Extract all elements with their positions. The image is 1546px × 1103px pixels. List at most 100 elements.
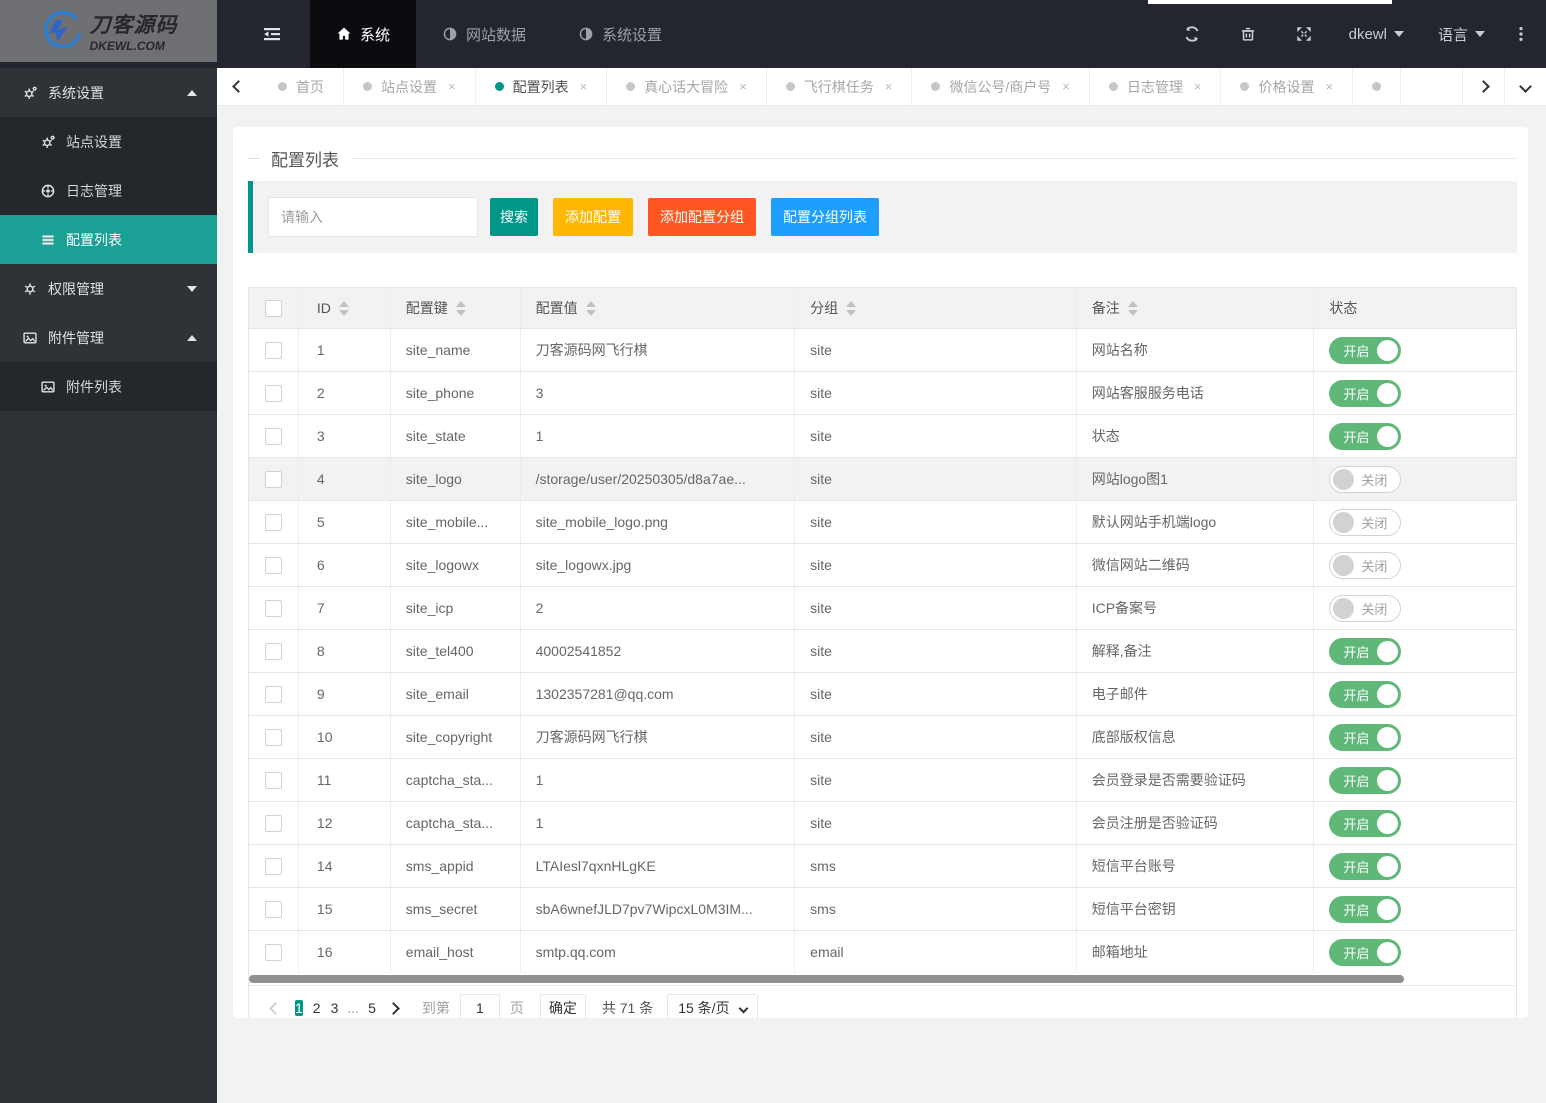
tab-close-icon[interactable]: × [448, 79, 456, 94]
sort-icon[interactable] [338, 300, 349, 316]
status-toggle[interactable]: 关闭 [1329, 594, 1402, 622]
goto-page-input[interactable] [459, 994, 500, 1018]
status-toggle[interactable]: 开启 [1329, 766, 1402, 794]
toggle-label: 开启 [1343, 945, 1370, 961]
cell-key: site_icp [391, 587, 521, 629]
status-toggle[interactable]: 关闭 [1329, 508, 1402, 536]
sidebar-group-0[interactable]: 系统设置 [0, 68, 217, 117]
refresh-icon[interactable] [1183, 25, 1201, 43]
cell-note: 短信平台账号 [1077, 845, 1315, 887]
tab-配置列表[interactable]: 配置列表 × [476, 68, 608, 105]
page-size-select[interactable]: 15 条/页 [667, 993, 758, 1018]
top-nav-item-1[interactable]: 网站数据 [416, 0, 552, 68]
sort-icon[interactable] [846, 300, 857, 316]
add-config-group-button[interactable]: 添加配置分组 [648, 198, 756, 236]
status-toggle[interactable]: 开启 [1329, 723, 1402, 751]
tab-close-icon[interactable]: × [580, 79, 588, 94]
next-page-button[interactable] [386, 1000, 400, 1016]
row-checkbox[interactable] [264, 599, 282, 617]
tab-飞行棋任务[interactable]: 飞行棋任务 × [767, 68, 913, 105]
row-checkbox[interactable] [264, 642, 282, 660]
sidebar-group-1[interactable]: 权限管理 [0, 264, 217, 313]
fullscreen-icon[interactable] [1295, 25, 1313, 43]
prev-page-button[interactable] [269, 1000, 282, 1016]
sidebar-item-站点设置[interactable]: 站点设置 [0, 117, 217, 166]
status-toggle[interactable]: 开启 [1329, 637, 1402, 665]
config-group-list-button[interactable]: 配置分组列表 [771, 198, 879, 236]
row-checkbox[interactable] [264, 341, 282, 359]
row-checkbox[interactable] [264, 943, 282, 961]
row-checkbox[interactable] [264, 814, 282, 832]
search-input[interactable] [268, 197, 478, 237]
tab-日志管理[interactable]: 日志管理 × [1090, 68, 1222, 105]
tab-close-icon[interactable]: × [1062, 79, 1070, 94]
row-checkbox[interactable] [264, 513, 282, 531]
status-toggle[interactable]: 开启 [1329, 895, 1402, 923]
sidebar-item-配置列表[interactable]: 配置列表 [0, 215, 217, 264]
tabs-menu-button[interactable] [1504, 68, 1546, 105]
status-toggle[interactable]: 开启 [1329, 852, 1402, 880]
top-nav-item-2[interactable]: 系统设置 [552, 0, 688, 68]
status-toggle[interactable]: 开启 [1329, 422, 1402, 450]
shrink-menu-icon[interactable] [262, 24, 282, 44]
status-toggle[interactable]: 开启 [1329, 680, 1402, 708]
select-all-checkbox[interactable] [264, 299, 282, 317]
trash-icon[interactable] [1239, 25, 1257, 43]
sidebar-group-2[interactable]: 附件管理 [0, 313, 217, 362]
cell-status: 开启 [1314, 845, 1516, 887]
row-checkbox[interactable] [264, 427, 282, 445]
tab-dot [931, 82, 941, 91]
page-button-2[interactable]: 2 [313, 1000, 321, 1016]
topbar-actions: dkewl 语言 [1164, 0, 1546, 68]
sidebar-item-附件列表[interactable]: 附件列表 [0, 362, 217, 411]
search-toolbar: 搜索添加配置添加配置分组配置分组列表 [248, 181, 1517, 253]
language-menu[interactable]: 语言 [1438, 24, 1485, 45]
tab-站点设置[interactable]: 站点设置 × [344, 68, 476, 105]
status-toggle[interactable]: 关闭 [1329, 465, 1402, 493]
sort-icon[interactable] [455, 300, 466, 316]
goto-confirm-button[interactable]: 确定 [539, 993, 586, 1018]
page-button-1[interactable]: 1 [295, 1000, 303, 1016]
add-config-button[interactable]: 添加配置 [553, 198, 633, 236]
row-checkbox[interactable] [264, 728, 282, 746]
table-header: ID 配置键 配置值 分组 备注 状态 [249, 288, 1517, 328]
tabs-scroll-right-button[interactable] [1462, 68, 1504, 105]
row-checkbox[interactable] [264, 771, 282, 789]
tab-微信公号/商户号[interactable]: 微信公号/商户号 × [912, 68, 1090, 105]
more-vertical-icon[interactable] [1512, 25, 1530, 43]
cell-key: email_host [391, 931, 521, 973]
tab-价格设置[interactable]: 价格设置 × [1221, 68, 1354, 105]
status-toggle[interactable]: 开启 [1329, 809, 1402, 837]
status-toggle[interactable]: 开启 [1329, 379, 1402, 407]
row-checkbox[interactable] [264, 470, 282, 488]
top-nav-item-0[interactable]: 系统 [310, 0, 417, 68]
status-toggle[interactable]: 关闭 [1329, 551, 1402, 579]
sort-icon[interactable] [585, 300, 596, 316]
status-toggle[interactable]: 开启 [1329, 938, 1402, 966]
cell-checkbox [249, 544, 299, 586]
sidebar-item-日志管理[interactable]: 日志管理 [0, 166, 217, 215]
tabs-scroll-left-button[interactable] [217, 68, 259, 105]
tab-close-icon[interactable]: × [1194, 79, 1202, 94]
user-menu[interactable]: dkewl [1349, 26, 1404, 43]
row-checkbox[interactable] [264, 857, 282, 875]
scrollbar-thumb[interactable] [249, 975, 1404, 983]
tab-close-icon[interactable]: × [885, 79, 893, 94]
search-button[interactable]: 搜索 [490, 198, 538, 236]
row-checkbox[interactable] [264, 900, 282, 918]
row-checkbox[interactable] [264, 685, 282, 703]
tab-真心话大冒险[interactable]: 真心话大冒险 × [607, 68, 767, 105]
page-button-3[interactable]: 3 [331, 1000, 339, 1016]
app-logo[interactable]: 刀客源码 DKEWL.COM [0, 0, 217, 62]
tab-close-icon[interactable]: × [1325, 79, 1333, 94]
sort-icon[interactable] [1127, 300, 1138, 316]
tab-label: 价格设置 [1258, 78, 1315, 95]
row-checkbox[interactable] [264, 556, 282, 574]
cell-checkbox [249, 501, 299, 543]
tab-首页[interactable]: 首页 [259, 68, 344, 105]
page-button-5[interactable]: 5 [368, 1000, 376, 1016]
row-checkbox[interactable] [264, 384, 282, 402]
status-toggle[interactable]: 开启 [1329, 336, 1402, 364]
tab-partial[interactable] [1353, 68, 1402, 105]
tab-close-icon[interactable]: × [739, 79, 747, 94]
